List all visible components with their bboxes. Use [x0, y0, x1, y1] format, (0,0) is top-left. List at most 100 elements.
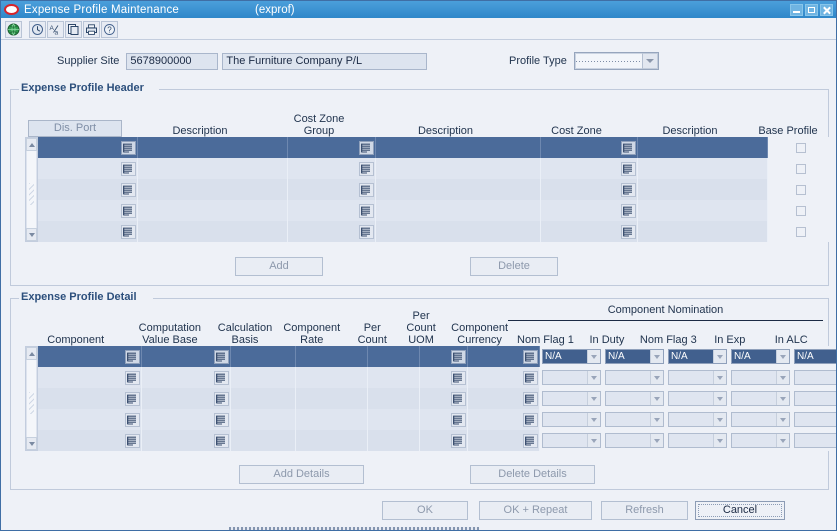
- nom-flag-1-select-arrow[interactable]: [587, 392, 600, 405]
- header-scroll-track[interactable]: [26, 151, 37, 228]
- cell-component-rate[interactable]: [296, 430, 368, 451]
- list-of-values-icon[interactable]: [451, 349, 466, 364]
- base-profile-checkbox[interactable]: [796, 142, 806, 153]
- list-of-values-icon[interactable]: [125, 433, 140, 448]
- cell-per-count-uom[interactable]: [420, 388, 468, 409]
- list-of-values-icon[interactable]: [523, 370, 538, 385]
- in-duty-select-arrow[interactable]: [650, 371, 663, 384]
- translate-button[interactable]: A a: [47, 21, 64, 38]
- cell-component-rate[interactable]: [296, 346, 368, 367]
- list-of-values-icon[interactable]: [359, 140, 374, 155]
- cell-component[interactable]: [38, 367, 142, 388]
- ok-repeat-button[interactable]: OK + Repeat: [479, 501, 592, 520]
- nom-flag-3-select-arrow[interactable]: [713, 350, 726, 363]
- cell-calculation-basis[interactable]: [231, 346, 296, 367]
- cell-cost-zone-group[interactable]: [288, 221, 376, 242]
- cell-per-count[interactable]: [368, 388, 420, 409]
- cell-cost-zone-group[interactable]: [288, 158, 376, 179]
- list-of-values-icon[interactable]: [621, 182, 636, 197]
- header-scroll-thumb[interactable]: [29, 183, 34, 206]
- in-alc-select[interactable]: [794, 433, 836, 448]
- refresh-button[interactable]: Refresh: [601, 501, 688, 520]
- nom-flag-1-select[interactable]: [542, 370, 601, 385]
- list-of-values-icon[interactable]: [214, 391, 229, 406]
- profile-type-arrow[interactable]: [641, 53, 658, 69]
- nom-flag-1-select-arrow[interactable]: [587, 350, 600, 363]
- in-duty-select-arrow[interactable]: [650, 413, 663, 426]
- cell-cost-zone-group[interactable]: [288, 137, 376, 158]
- clock-button[interactable]: [29, 21, 46, 38]
- cell-per-count-uom[interactable]: [420, 367, 468, 388]
- profile-type-select[interactable]: [573, 52, 659, 70]
- nom-flag-1-select[interactable]: [542, 433, 601, 448]
- globe-button[interactable]: [5, 21, 22, 38]
- cell-description-1[interactable]: [138, 137, 288, 158]
- cell-description-2[interactable]: [376, 221, 541, 242]
- cell-computation-value-base[interactable]: [142, 430, 231, 451]
- list-of-values-icon[interactable]: [121, 224, 136, 239]
- cell-cost-zone[interactable]: [541, 158, 638, 179]
- cell-cost-zone[interactable]: [541, 179, 638, 200]
- in-duty-select[interactable]: [605, 391, 664, 406]
- nom-flag-1-select-arrow[interactable]: [587, 371, 600, 384]
- list-of-values-icon[interactable]: [359, 182, 374, 197]
- list-of-values-icon[interactable]: [621, 161, 636, 176]
- cell-dis-port[interactable]: [38, 221, 138, 242]
- in-exp-select-arrow[interactable]: [776, 434, 789, 447]
- detail-grid-scrollbar[interactable]: [25, 346, 38, 451]
- cell-component-currency[interactable]: [468, 388, 540, 409]
- cell-per-count-uom[interactable]: [420, 409, 468, 430]
- detail-scroll-track[interactable]: [26, 360, 37, 437]
- supplier-site-name-field[interactable]: The Furniture Company P/L: [222, 52, 428, 70]
- in-exp-select-arrow[interactable]: [776, 392, 789, 405]
- cell-base-profile[interactable]: [768, 137, 834, 158]
- cell-description-3[interactable]: [638, 137, 768, 158]
- cell-component[interactable]: [38, 430, 142, 451]
- cell-cost-zone-group[interactable]: [288, 200, 376, 221]
- nom-flag-3-select[interactable]: [668, 412, 727, 427]
- nom-flag-1-select[interactable]: [542, 412, 601, 427]
- table-row[interactable]: [38, 179, 834, 200]
- in-duty-select[interactable]: N/A: [605, 349, 664, 364]
- cell-per-count-uom[interactable]: [420, 346, 468, 367]
- cell-calculation-basis[interactable]: [231, 367, 296, 388]
- list-of-values-icon[interactable]: [359, 161, 374, 176]
- list-of-values-icon[interactable]: [523, 412, 538, 427]
- add-details-button[interactable]: Add Details: [239, 465, 364, 484]
- cell-description-1[interactable]: [138, 221, 288, 242]
- in-exp-select-arrow[interactable]: [776, 413, 789, 426]
- table-row[interactable]: [38, 221, 834, 242]
- list-of-values-icon[interactable]: [125, 349, 140, 364]
- list-of-values-icon[interactable]: [125, 391, 140, 406]
- list-of-values-icon[interactable]: [359, 203, 374, 218]
- table-row[interactable]: [38, 430, 836, 451]
- nom-flag-3-select[interactable]: [668, 433, 727, 448]
- detail-scroll-down-button[interactable]: [26, 437, 37, 450]
- cell-description-2[interactable]: [376, 179, 541, 200]
- list-of-values-icon[interactable]: [214, 412, 229, 427]
- nom-flag-3-select-arrow[interactable]: [713, 371, 726, 384]
- in-exp-select[interactable]: [731, 391, 790, 406]
- nom-flag-1-select-arrow[interactable]: [587, 413, 600, 426]
- table-row[interactable]: [38, 200, 834, 221]
- cell-computation-value-base[interactable]: [142, 409, 231, 430]
- cell-component-currency[interactable]: [468, 367, 540, 388]
- list-of-values-icon[interactable]: [121, 182, 136, 197]
- table-row[interactable]: [38, 367, 836, 388]
- cancel-button[interactable]: Cancel: [695, 501, 785, 520]
- cell-component[interactable]: [38, 388, 142, 409]
- cell-calculation-basis[interactable]: [231, 430, 296, 451]
- detail-scroll-up-button[interactable]: [26, 347, 37, 360]
- cell-dis-port[interactable]: [38, 179, 138, 200]
- close-button[interactable]: [820, 3, 833, 16]
- cell-description-1[interactable]: [138, 179, 288, 200]
- in-duty-select[interactable]: [605, 370, 664, 385]
- list-of-values-icon[interactable]: [451, 391, 466, 406]
- list-of-values-icon[interactable]: [214, 370, 229, 385]
- list-of-values-icon[interactable]: [359, 224, 374, 239]
- base-profile-checkbox[interactable]: [796, 226, 806, 237]
- cell-per-count[interactable]: [368, 346, 420, 367]
- list-of-values-icon[interactable]: [214, 349, 229, 364]
- in-exp-select-arrow[interactable]: [776, 350, 789, 363]
- supplier-site-id-field[interactable]: 5678900000: [126, 52, 219, 70]
